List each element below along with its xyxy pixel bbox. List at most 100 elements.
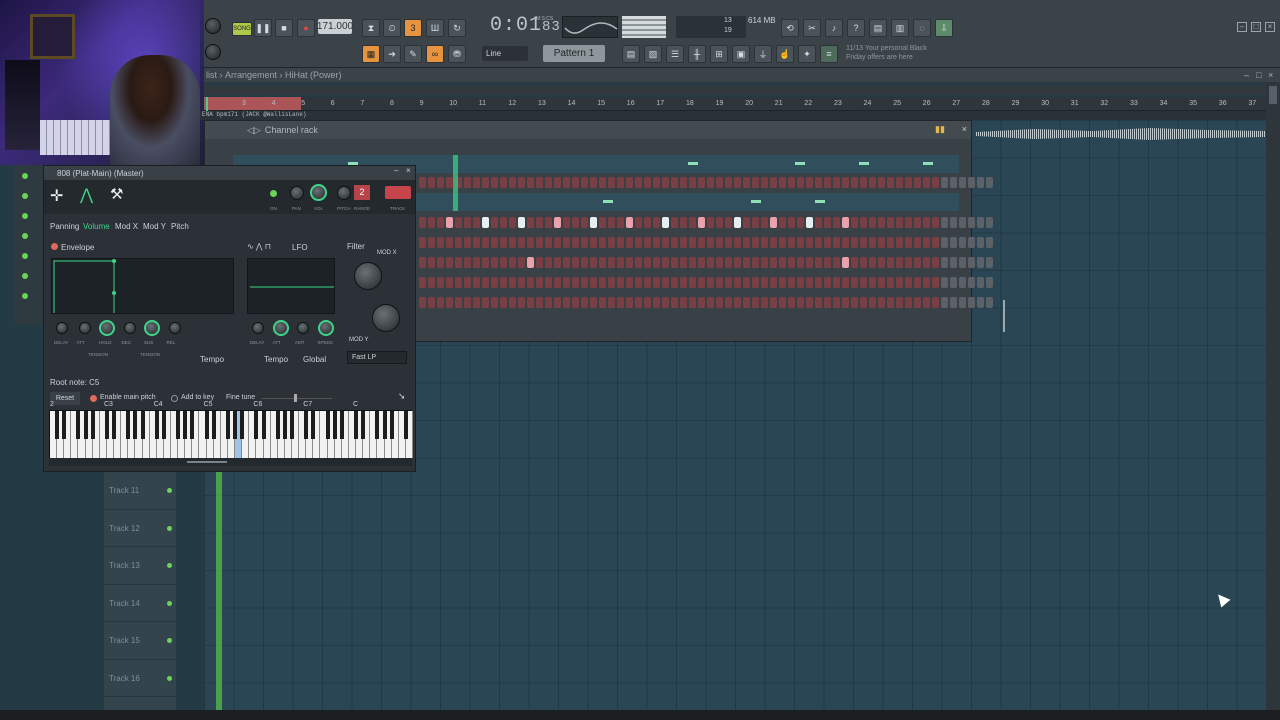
step-button[interactable] [680,237,687,248]
plugin-close-icon[interactable]: × [406,166,411,175]
channel-led[interactable] [22,253,28,259]
step-button[interactable] [986,177,993,188]
step-button[interactable] [689,277,696,288]
step-button[interactable] [905,297,912,308]
step-button[interactable] [662,277,669,288]
env-knob[interactable] [78,322,91,334]
step-button[interactable] [554,257,561,268]
mixer-view-button[interactable]: ╫ [688,45,706,63]
step-button[interactable] [626,177,633,188]
step-button[interactable] [662,297,669,308]
pan-knob[interactable] [290,186,304,200]
step-button[interactable] [536,297,543,308]
project-button[interactable]: ▣ [732,45,750,63]
step-button[interactable] [905,277,912,288]
env-knob[interactable] [297,322,309,334]
download-button[interactable]: ⇩ [935,19,953,37]
metronome-button[interactable]: ⧗ [362,19,380,37]
step-button[interactable] [644,257,651,268]
step-button[interactable] [968,217,975,228]
step-button[interactable] [725,257,732,268]
filter-type-select[interactable]: Fast LP [347,351,407,364]
step-button[interactable] [698,217,705,228]
step-button[interactable] [491,257,498,268]
black-key[interactable] [311,411,316,439]
step-button[interactable] [473,277,480,288]
step-button[interactable] [968,257,975,268]
step-button[interactable] [986,217,993,228]
step-button[interactable] [950,177,957,188]
step-button[interactable] [653,277,660,288]
step-button[interactable] [905,177,912,188]
step-button[interactable] [491,177,498,188]
track-header[interactable]: Track 11 [104,472,176,510]
fine-tune-slider[interactable] [262,398,332,399]
step-button[interactable] [932,257,939,268]
step-button[interactable] [869,177,876,188]
step-button[interactable] [653,217,660,228]
step-button[interactable] [923,177,930,188]
track-mute-led[interactable] [167,488,172,493]
step-button[interactable] [545,257,552,268]
step-button[interactable] [932,297,939,308]
step-button[interactable] [635,277,642,288]
step-button[interactable] [842,297,849,308]
step-button[interactable] [824,177,831,188]
step-button[interactable] [599,177,606,188]
step-button[interactable] [536,257,543,268]
black-key[interactable] [83,411,88,439]
black-key[interactable] [389,411,394,439]
step-button[interactable] [698,237,705,248]
step-button[interactable] [887,257,894,268]
step-button[interactable] [473,237,480,248]
step-button[interactable] [554,277,561,288]
channel-led[interactable] [22,213,28,219]
step-button[interactable] [626,237,633,248]
step-button[interactable] [950,277,957,288]
channel-led[interactable] [22,193,28,199]
channel-led[interactable] [22,233,28,239]
tempo-display[interactable]: 171.000 [317,19,353,34]
hint-panel[interactable]: 11/13 Your personal Black Friday offers … [846,44,942,62]
step-button[interactable] [518,277,525,288]
step-button[interactable] [941,297,948,308]
step-button[interactable] [590,177,597,188]
black-key[interactable] [403,411,408,439]
step-button[interactable] [815,257,822,268]
step-button[interactable] [743,177,750,188]
step-button[interactable] [572,257,579,268]
tab-pitch[interactable]: Pitch [171,222,189,231]
env-knob[interactable] [252,322,264,334]
step-button[interactable] [797,297,804,308]
step-button[interactable] [419,257,426,268]
step-button[interactable] [770,237,777,248]
step-button[interactable] [797,277,804,288]
tab-panning[interactable]: Panning [50,222,79,231]
env-knob[interactable] [317,320,334,336]
step-button[interactable] [572,277,579,288]
step-button[interactable] [689,177,696,188]
step-button[interactable] [923,237,930,248]
step-button[interactable] [977,237,984,248]
black-key[interactable] [332,411,337,439]
black-key[interactable] [133,411,138,439]
step-button[interactable] [788,237,795,248]
step-button[interactable] [725,297,732,308]
black-key[interactable] [154,411,159,439]
step-button[interactable] [815,177,822,188]
step-button[interactable] [923,277,930,288]
step-button[interactable] [788,277,795,288]
step-button[interactable] [464,277,471,288]
step-button[interactable] [833,257,840,268]
step-button[interactable] [797,257,804,268]
black-key[interactable] [275,411,280,439]
help-button[interactable]: ? [847,19,865,37]
env-knob[interactable] [144,320,160,336]
volume-knob[interactable] [310,184,327,201]
env-knob[interactable] [168,322,181,334]
track-header[interactable]: Track 12 [104,510,176,547]
track-mute-led[interactable] [167,525,172,531]
black-key[interactable] [282,411,287,439]
black-key[interactable] [354,411,359,439]
step-button[interactable] [563,277,570,288]
